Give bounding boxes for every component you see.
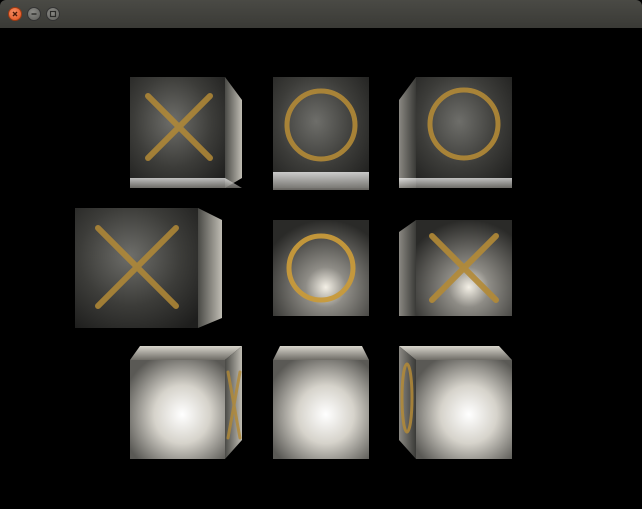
- cube-side-face: [399, 220, 416, 316]
- app-window: [0, 0, 642, 509]
- minimize-icon: [31, 13, 37, 15]
- cube-top-face: [130, 346, 242, 360]
- cube-front-face: [416, 360, 512, 459]
- cube-front-face: [130, 360, 225, 459]
- cube-bottom-face: [273, 172, 369, 190]
- cell-1[interactable]: [273, 77, 369, 190]
- cube-side-face: [198, 208, 222, 328]
- game-canvas[interactable]: [0, 28, 642, 509]
- cell-3[interactable]: [75, 208, 222, 328]
- tic-tac-toe-board: [75, 77, 512, 459]
- cube-side-face: [225, 77, 242, 188]
- cell-5[interactable]: [399, 220, 512, 316]
- cube-side-face: [399, 77, 416, 188]
- close-icon: [12, 11, 18, 17]
- title-bar[interactable]: [0, 0, 642, 29]
- cell-8[interactable]: [399, 346, 512, 459]
- cell-2[interactable]: [399, 77, 512, 188]
- cell-0[interactable]: [130, 77, 242, 188]
- cube-bottom-face: [130, 178, 242, 188]
- maximize-icon: [49, 10, 57, 18]
- cube-bottom-face: [399, 178, 512, 188]
- cell-4[interactable]: [273, 220, 369, 316]
- cube-top-face: [399, 346, 512, 360]
- cube-top-face: [273, 346, 369, 360]
- minimize-button[interactable]: [27, 7, 41, 21]
- maximize-button[interactable]: [46, 7, 60, 21]
- cell-7[interactable]: [273, 346, 369, 459]
- close-button[interactable]: [8, 7, 22, 21]
- cube-front-face: [273, 360, 369, 459]
- cell-6[interactable]: [130, 346, 242, 459]
